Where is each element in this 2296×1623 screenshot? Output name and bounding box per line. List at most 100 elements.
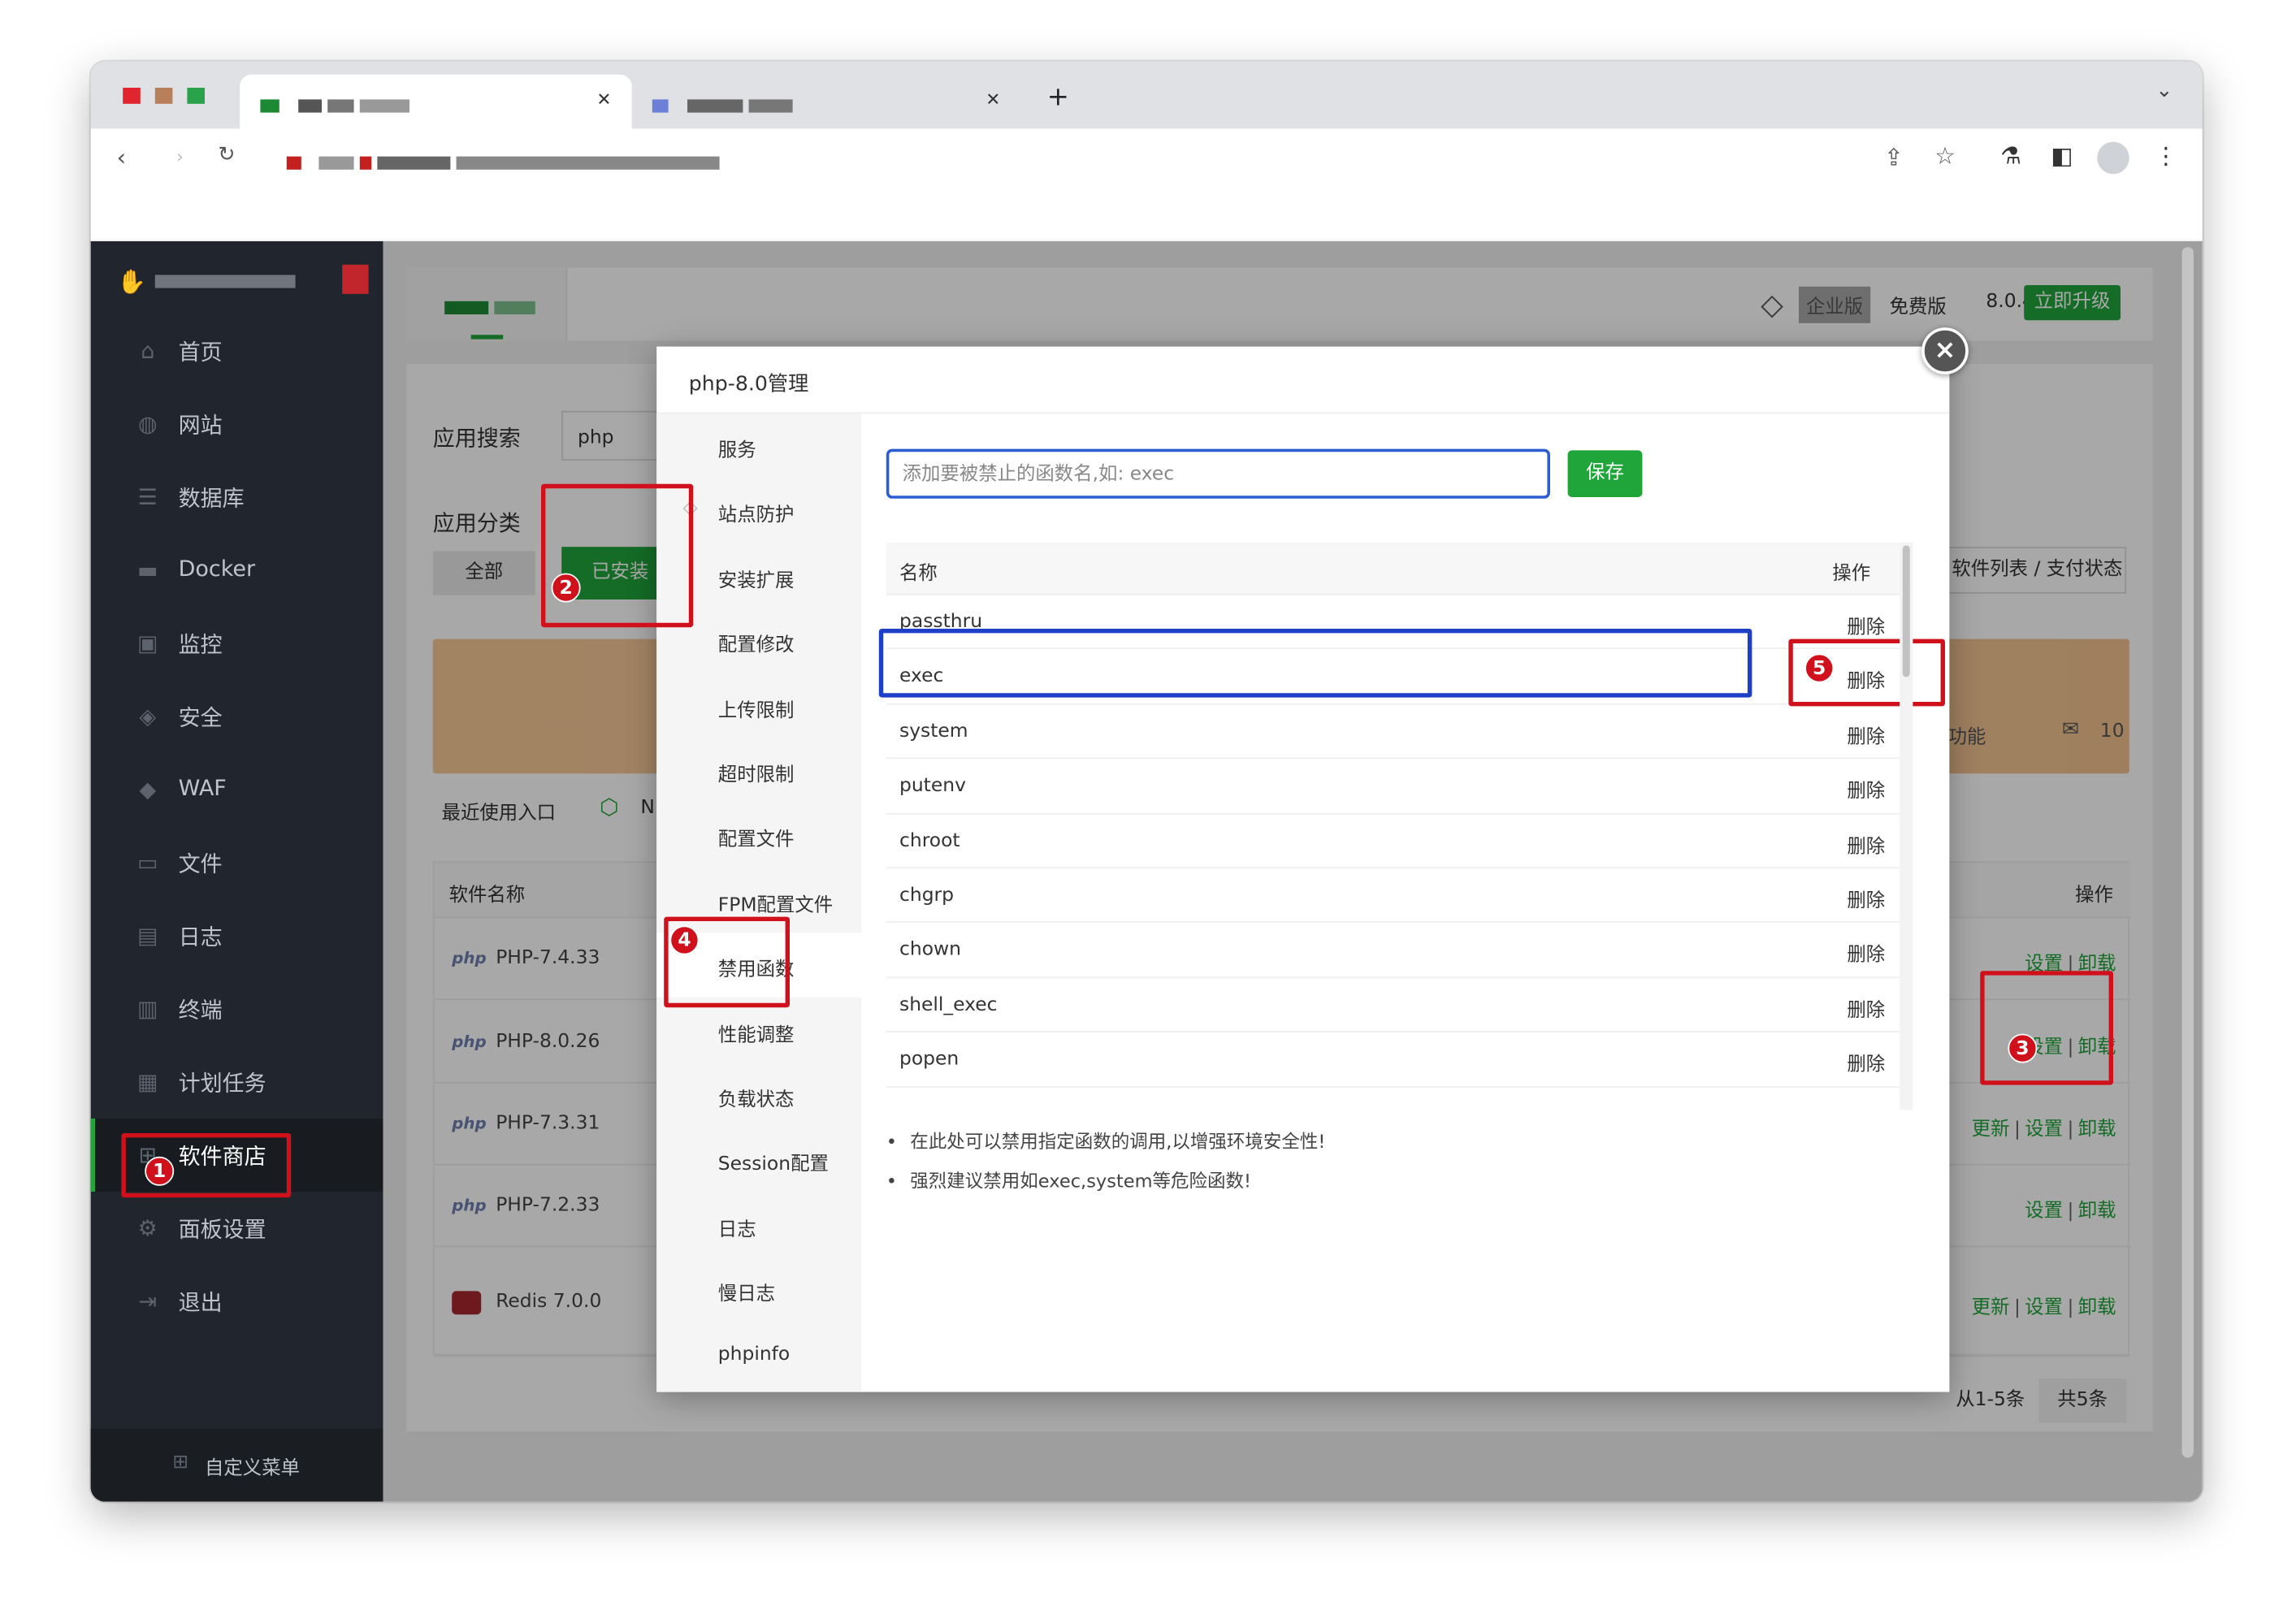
alert-badge[interactable]: [342, 264, 369, 294]
page-scrollbar[interactable]: [2181, 247, 2194, 1458]
sidebar-item[interactable]: ▬ Docker: [91, 534, 383, 607]
modal-nav-item[interactable]: 日志: [656, 1192, 861, 1257]
sidebar-item[interactable]: ⇥ 退出: [91, 1265, 383, 1338]
modal-nav-item[interactable]: Session配置: [656, 1128, 861, 1192]
function-row: chown 删除: [886, 924, 1900, 978]
modal-title: php-8.0管理: [688, 373, 809, 396]
tab-search-chevron-icon[interactable]: ⌄: [2155, 79, 2173, 102]
sidebar-item[interactable]: ▤ 日志: [91, 899, 383, 972]
database-icon: ☰: [137, 483, 158, 511]
share-icon[interactable]: ⇪: [1878, 143, 1910, 171]
forward-icon[interactable]: ›: [164, 146, 197, 167]
delete-link[interactable]: 删除: [1847, 994, 1885, 1022]
sidepanel-icon[interactable]: ◧: [2046, 142, 2078, 170]
php-manage-modal: php-8.0管理 服务 站点防护 ◇ 安装扩展 配置修改 上传限制 超时限制 配置文件 FPM…: [656, 346, 1950, 1392]
sidebar-item[interactable]: ☰ 数据库: [91, 461, 383, 534]
modal-close-button[interactable]: ×: [1921, 327, 1969, 374]
tab-active[interactable]: ✕: [240, 74, 632, 131]
modal-nav-label: phpinfo: [717, 1343, 791, 1365]
step-marker-2: 2: [551, 573, 581, 603]
tab-title-redacted: [298, 95, 415, 117]
note-item: • 强烈建议禁用如exec,system等危险函数!: [886, 1170, 1252, 1192]
sidebar-item-label: WAF: [178, 775, 227, 802]
sidebar-item[interactable]: ⚙ 面板设置: [91, 1192, 383, 1265]
sidebar-item[interactable]: ⌂ 首页: [91, 314, 383, 387]
function-name: chgrp: [899, 885, 955, 907]
back-icon[interactable]: ‹: [106, 143, 138, 171]
modal-nav-item[interactable]: 超时限制: [656, 738, 861, 803]
profile-avatar[interactable]: [2097, 141, 2129, 175]
highlight-box-exec-row: [878, 629, 1752, 698]
step-marker-5: 5: [1804, 653, 1835, 683]
modal-nav-item[interactable]: 负载状态: [656, 1063, 861, 1127]
brand-name-redacted: [154, 270, 301, 292]
modal-nav-item[interactable]: 配置文件: [656, 803, 861, 868]
modal-nav-item[interactable]: 上传限制: [656, 673, 861, 738]
sidebar-item[interactable]: ▭ 文件: [91, 826, 383, 899]
function-table-scroll-thumb[interactable]: [1902, 545, 1910, 677]
tab-close-icon[interactable]: ✕: [986, 89, 1000, 110]
table-bottom-clip: [886, 1088, 1900, 1111]
function-row: popen 删除: [886, 1032, 1900, 1088]
minimize-window-button[interactable]: [154, 88, 173, 104]
note-text: 强烈建议禁用如exec,system等危险函数!: [910, 1170, 1252, 1192]
new-tab-button[interactable]: +: [1047, 82, 1069, 113]
modal-nav-label: 性能调整: [717, 1024, 795, 1047]
sidebar-item[interactable]: ▦ 计划任务: [91, 1045, 383, 1119]
highlight-box-installed: [541, 483, 694, 628]
sidebar-item[interactable]: ▣ 监控: [91, 607, 383, 680]
disabled-function-input[interactable]: [886, 448, 1550, 499]
sidebar-item-label: 退出: [178, 1289, 223, 1316]
disabled-function-text[interactable]: [889, 452, 1548, 496]
browser-menu-icon[interactable]: ⋮: [2150, 142, 2182, 170]
function-name: system: [899, 721, 968, 743]
step-marker-1: 1: [145, 1156, 175, 1186]
modal-nav-item[interactable]: 服务: [656, 413, 861, 478]
modal-nav-item[interactable]: 慢日志: [656, 1257, 861, 1322]
sidebar-item-label: 日志: [178, 924, 223, 950]
tab-close-icon[interactable]: ✕: [596, 89, 611, 110]
modal-nav-label: 上传限制: [717, 699, 795, 722]
terminal-icon: ▥: [137, 995, 158, 1023]
custom-menu[interactable]: ⊞ 自定义菜单: [90, 1428, 383, 1502]
sidebar-item-label: 计划任务: [178, 1070, 266, 1097]
favicon-icon: [652, 95, 674, 117]
url-redacted: [318, 152, 725, 174]
sidebar-item-label: 面板设置: [178, 1216, 266, 1243]
delete-link[interactable]: 删除: [1847, 939, 1885, 967]
bookmark-star-icon[interactable]: ☆: [1929, 142, 1961, 170]
modal-nav-label: 服务: [717, 439, 756, 462]
custom-menu-icon: ⊞: [172, 1452, 189, 1474]
site-info-icon: [286, 152, 307, 174]
reload-icon[interactable]: ↻: [210, 143, 243, 167]
sidebar-item-label: 监控: [178, 631, 223, 658]
col-function-op: 操作: [1832, 563, 1871, 585]
modal-nav-label: 配置文件: [717, 829, 795, 852]
tab-inactive[interactable]: ✕: [647, 75, 1027, 130]
note-item: • 在此处可以禁用指定函数的调用,以增强环境安全性!: [886, 1130, 1326, 1153]
globe-icon: ◍: [138, 410, 158, 438]
delete-link[interactable]: 删除: [1847, 611, 1885, 639]
function-row: putenv 删除: [886, 760, 1900, 814]
sidebar-item[interactable]: ▥ 终端: [91, 972, 383, 1045]
sidebar-item-label: 数据库: [178, 485, 245, 512]
delete-link[interactable]: 删除: [1847, 775, 1885, 803]
delete-link[interactable]: 删除: [1847, 885, 1885, 912]
save-button[interactable]: 保存: [1567, 450, 1643, 497]
modal-nav-item[interactable]: phpinfo: [656, 1322, 861, 1387]
custom-menu-label: 自定义菜单: [205, 1457, 301, 1480]
modal-nav-item[interactable]: 性能调整: [656, 998, 861, 1063]
labs-flask-icon[interactable]: ⚗: [1995, 142, 2027, 170]
sidebar-item[interactable]: ◍ 网站: [91, 387, 383, 461]
delete-link[interactable]: 删除: [1847, 721, 1885, 748]
sidebar-item[interactable]: ◆ WAF: [91, 753, 383, 826]
modal-nav-label: 站点防护: [717, 504, 795, 527]
address-bar[interactable]: [266, 137, 1071, 181]
delete-link[interactable]: 删除: [1847, 830, 1885, 858]
sidebar-item[interactable]: ◈ 安全: [91, 680, 383, 753]
maximize-window-button[interactable]: [187, 88, 205, 104]
close-window-button[interactable]: [123, 88, 141, 104]
note-text: 在此处可以禁用指定函数的调用,以增强环境安全性!: [910, 1130, 1326, 1153]
step-marker-4: 4: [669, 925, 700, 955]
delete-link[interactable]: 删除: [1847, 1049, 1885, 1076]
